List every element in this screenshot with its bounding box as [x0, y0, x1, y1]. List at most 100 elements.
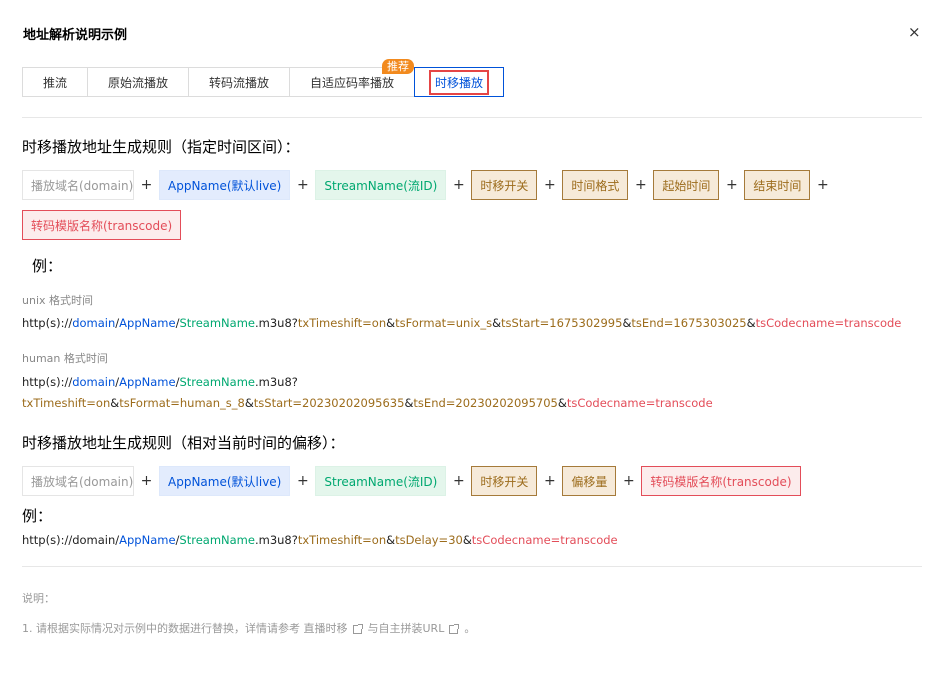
dialog-title: 地址解析说明示例	[23, 28, 128, 43]
url-ext: .m3u8?	[254, 375, 298, 389]
url-prefix: http(s)://	[22, 375, 73, 389]
address-parse-dialog: 地址解析说明示例 × 推流 原始流播放 转码流播放 自适应码率播放 推荐 时移播…	[0, 0, 942, 684]
offset-box: 偏移量	[562, 466, 617, 496]
plus-sign: +	[452, 473, 465, 489]
tab-label: 时移播放	[428, 69, 489, 95]
notes-title: 说明：	[22, 592, 55, 605]
plus-sign: +	[635, 177, 647, 193]
section1-rule-row1: 播放域名(domain) + AppName(默认live) + StreamN…	[22, 170, 835, 200]
section1-rule-row2: 转码模版名称(transcode)	[22, 210, 182, 240]
url-prefix: http(s)://	[22, 316, 73, 330]
time-format-box: 时间格式	[562, 170, 629, 200]
url-amp: &	[462, 533, 472, 547]
url-appname: AppName	[119, 375, 176, 389]
url-prefix: http(s)://domain/	[22, 533, 120, 547]
plus-sign: +	[543, 473, 556, 489]
example-label: 例：	[22, 507, 53, 525]
url-amp: &	[746, 316, 756, 330]
url-streamname: StreamName	[179, 533, 255, 547]
url-amp: &	[110, 396, 120, 410]
url-param-codec: tsCodecname=transcode	[471, 533, 618, 547]
domain-box: 播放域名(domain)	[22, 170, 134, 200]
divider	[22, 566, 922, 567]
tab-timeshift-play[interactable]: 时移播放	[414, 67, 504, 97]
url-amp: &	[557, 396, 567, 410]
end-time-box: 结束时间	[744, 170, 811, 200]
custom-url-doc-link[interactable]: 自主拼装URL	[379, 622, 445, 635]
streamname-box: StreamName(流ID)	[315, 466, 447, 496]
section2-rule-row: 播放域名(domain) + AppName(默认live) + StreamN…	[22, 466, 801, 496]
url-streamname: StreamName	[179, 375, 255, 389]
human-example-url-line1: http(s)://domain/AppName/StreamName.m3u8…	[22, 375, 298, 389]
url-param-delay: tsDelay=30	[395, 533, 463, 547]
plus-sign: +	[452, 177, 465, 193]
url-param-codec: tsCodecname=transcode	[566, 396, 713, 410]
plus-sign: +	[297, 177, 309, 193]
tab-transcode-play[interactable]: 转码流播放	[188, 67, 290, 97]
url-ext: .m3u8?	[254, 316, 298, 330]
note-text: 与	[367, 622, 379, 635]
url-param-format: tsFormat=unix_s	[395, 316, 493, 330]
url-param-codec: tsCodecname=transcode	[755, 316, 902, 330]
url-param-timeshift: txTimeshift=on	[297, 316, 387, 330]
plus-sign: +	[140, 177, 153, 193]
url-amp: &	[386, 533, 396, 547]
note-text: 。	[464, 622, 476, 635]
section1-heading: 时移播放地址生成规则（指定时间区间）：	[22, 138, 300, 156]
url-param-format: tsFormat=human_s_8	[119, 396, 245, 410]
notes-line: 1. 请根据实际情况对示例中的数据进行替换，详情请参考 直播时移 与自主拼装URL…	[22, 620, 475, 636]
external-link-icon[interactable]	[352, 623, 363, 634]
close-icon[interactable]: ×	[908, 24, 921, 40]
url-appname: AppName	[119, 533, 176, 547]
tab-label: 自适应码率播放	[309, 75, 394, 90]
url-domain: domain	[72, 316, 116, 330]
url-amp: &	[386, 316, 396, 330]
timeshift-box: 时移开关	[471, 170, 538, 200]
plus-sign: +	[140, 473, 153, 489]
url-amp: &	[244, 396, 254, 410]
tab-bar: 推流 原始流播放 转码流播放 自适应码率播放 推荐 时移播放	[22, 59, 504, 97]
tab-push[interactable]: 推流	[22, 67, 88, 97]
divider	[22, 117, 922, 118]
tab-label: 转码流播放	[208, 75, 269, 90]
appname-box: AppName(默认live)	[159, 466, 291, 496]
start-time-box: 起始时间	[653, 170, 720, 200]
appname-box: AppName(默认live)	[159, 170, 291, 200]
human-format-label: human 格式时间	[22, 352, 108, 365]
plus-sign: +	[623, 473, 635, 489]
timeshift-doc-link[interactable]: 直播时移	[304, 622, 348, 635]
timeshift-box: 时移开关	[471, 466, 538, 496]
transcode-box: 转码模版名称(transcode)	[641, 466, 801, 496]
tab-original-play[interactable]: 原始流播放	[87, 67, 189, 97]
url-param-timeshift: txTimeshift=on	[22, 396, 111, 410]
recommend-badge: 推荐	[382, 59, 414, 74]
note-text: 1. 请根据实际情况对示例中的数据进行替换，详情请参考	[22, 622, 300, 635]
plus-sign: +	[726, 177, 738, 193]
plus-sign: +	[297, 473, 309, 489]
streamname-box: StreamName(流ID)	[315, 170, 447, 200]
transcode-box: 转码模版名称(transcode)	[22, 210, 182, 240]
unix-format-label: unix 格式时间	[22, 294, 94, 307]
example-label: 例：	[32, 257, 63, 275]
plus-sign: +	[543, 177, 556, 193]
url-param-start: tsStart=1675302995	[501, 316, 623, 330]
section2-heading: 时移播放地址生成规则（相对当前时间的偏移）：	[22, 434, 345, 452]
tab-label: 原始流播放	[107, 75, 168, 90]
plus-sign: +	[817, 177, 829, 193]
url-param-start: tsStart=20230202095635	[253, 396, 405, 410]
url-amp: &	[492, 316, 502, 330]
url-streamname: StreamName	[179, 316, 255, 330]
url-domain: domain	[72, 375, 116, 389]
url-param-timeshift: txTimeshift=on	[297, 533, 387, 547]
offset-example-url: http(s)://domain/AppName/StreamName.m3u8…	[22, 533, 618, 547]
unix-example-url: http(s)://domain/AppName/StreamName.m3u8…	[22, 316, 901, 330]
domain-box: 播放域名(domain)	[22, 466, 134, 496]
tab-label: 推流	[42, 75, 67, 90]
url-param-end: tsEnd=1675303025	[631, 316, 747, 330]
human-example-url-line2: txTimeshift=on&tsFormat=human_s_8&tsStar…	[22, 396, 713, 410]
tab-adaptive-play[interactable]: 自适应码率播放 推荐	[289, 59, 415, 97]
url-appname: AppName	[119, 316, 176, 330]
external-link-icon[interactable]	[449, 623, 460, 634]
url-ext: .m3u8?	[254, 533, 298, 547]
url-param-end: tsEnd=20230202095705	[413, 396, 558, 410]
